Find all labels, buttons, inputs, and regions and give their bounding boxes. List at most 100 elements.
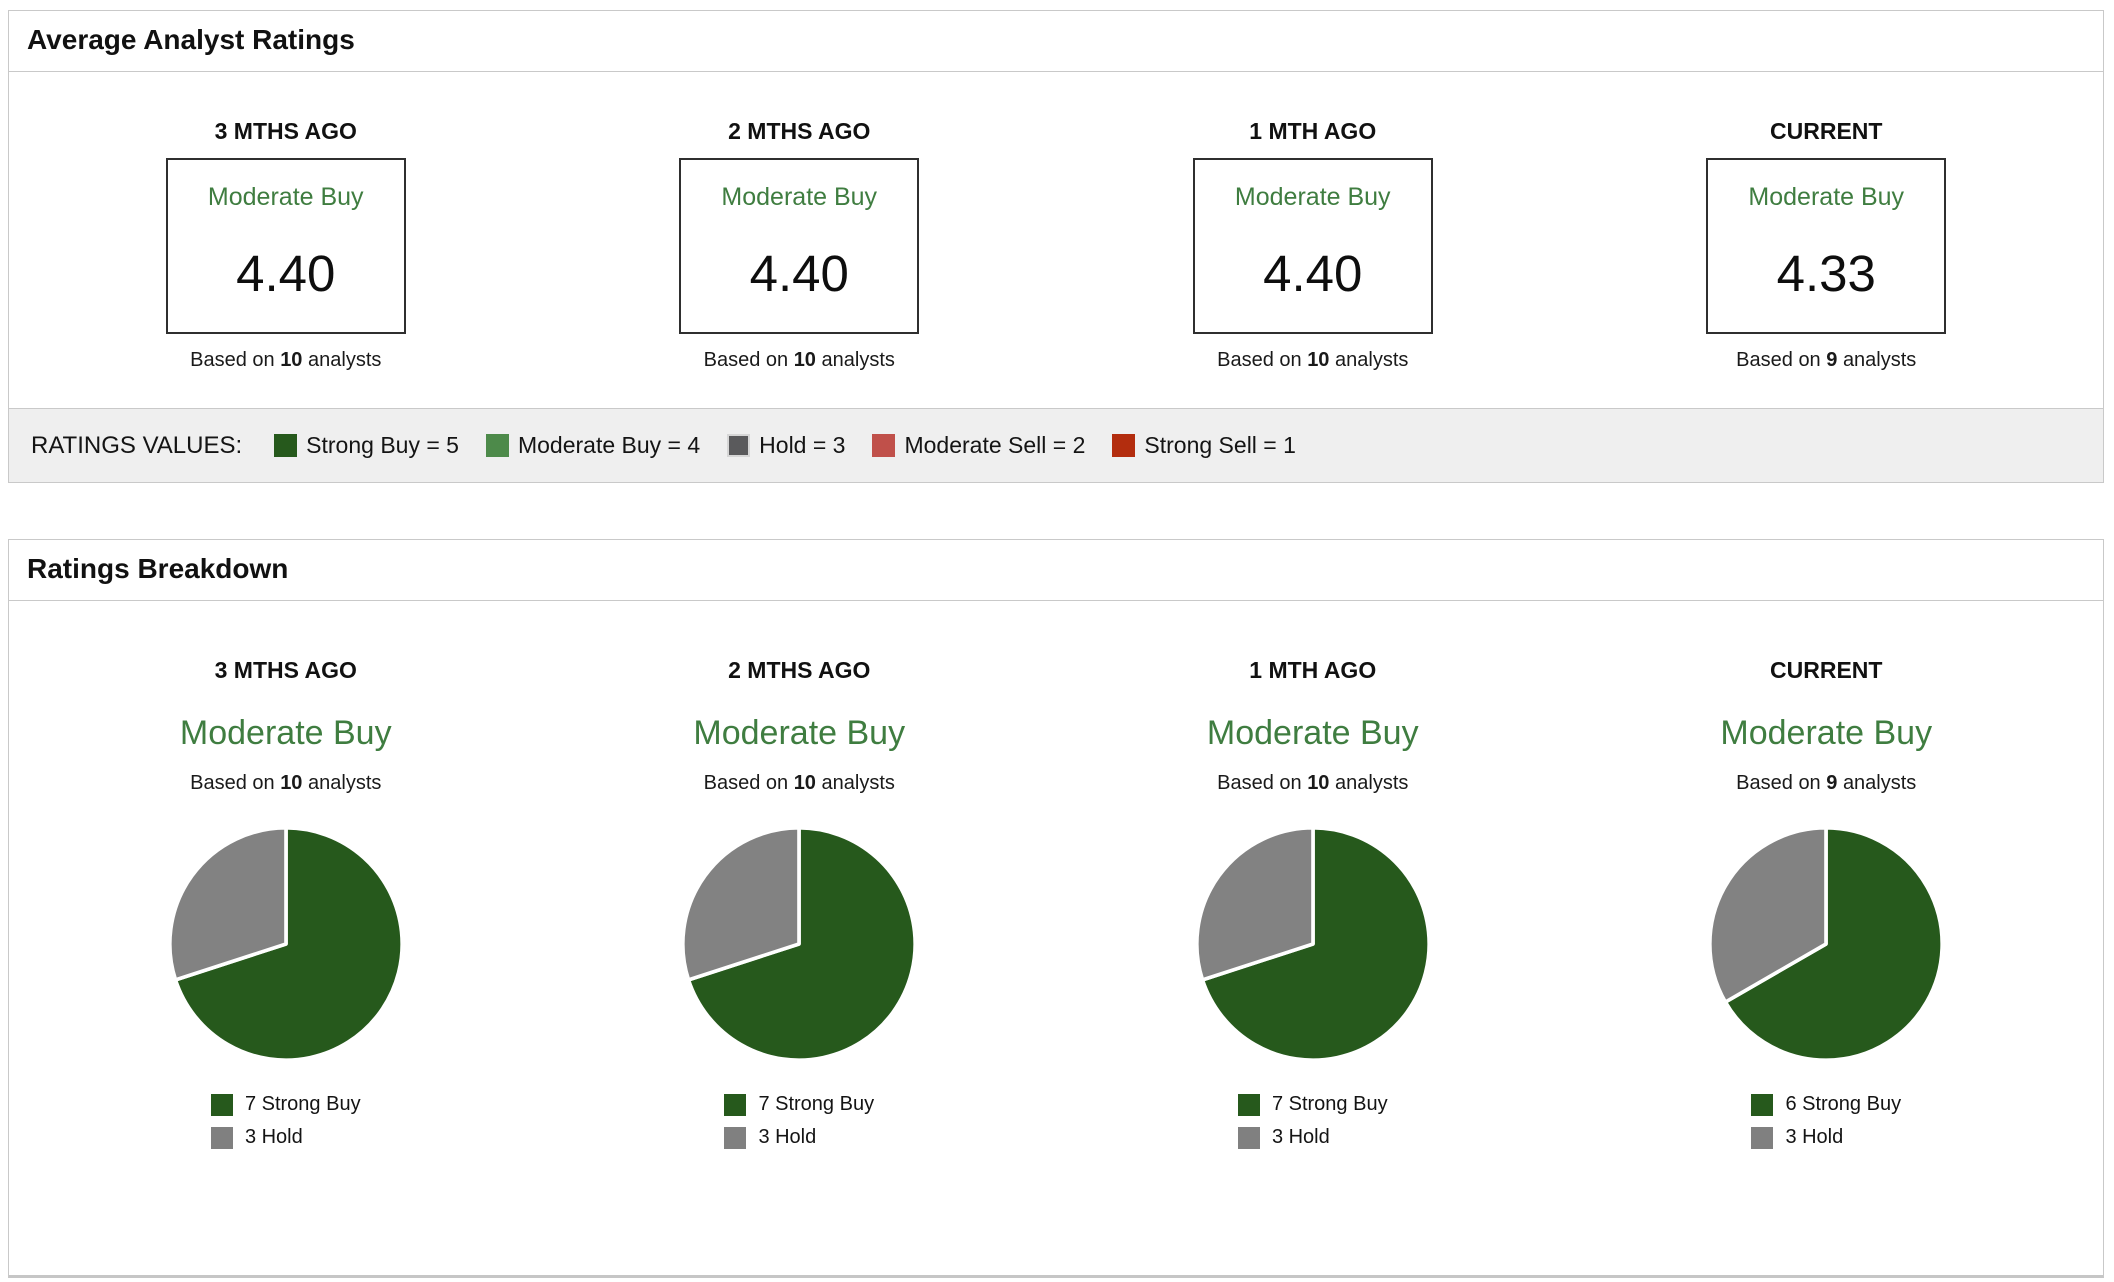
pie-legend: 7 Strong Buy 3 Hold [210, 1093, 361, 1159]
analyst-count-line: Based on 10 analysts [29, 772, 543, 795]
based-suffix: analysts [821, 772, 895, 794]
strong-buy-swatch [724, 1093, 747, 1116]
based-suffix: analysts [1335, 349, 1409, 371]
rating-score-box: Moderate Buy 4.40 [165, 158, 406, 334]
based-suffix: analysts [821, 349, 895, 371]
ratings-pie-chart [1192, 823, 1434, 1065]
legend-item-moderate-sell: Moderate Sell = 2 [872, 432, 1085, 459]
pie-legend-row: 7 Strong Buy [210, 1093, 361, 1116]
pie-legend-label: 6 Strong Buy [1785, 1093, 1902, 1115]
pie-legend-row: 3 Hold [724, 1126, 874, 1149]
pie-legend-label: 7 Strong Buy [1271, 1093, 1388, 1115]
pie-legend-row: 6 Strong Buy [1751, 1093, 1901, 1116]
rating-label: Moderate Buy [1748, 183, 1905, 211]
analyst-count: 10 [793, 772, 816, 794]
analyst-count: 10 [1307, 349, 1330, 371]
moderate-sell-swatch [872, 434, 896, 457]
hold-swatch [727, 434, 751, 457]
pie-legend-row: 3 Hold [1751, 1126, 1901, 1149]
legend-item-label: Strong Buy = 5 [306, 432, 459, 458]
hold-swatch [210, 1126, 233, 1149]
pie-legend-label: 7 Strong Buy [758, 1093, 875, 1115]
analyst-count: 10 [793, 349, 816, 371]
ratings-breakdown-title: Ratings Breakdown [9, 540, 2103, 601]
breakdown-column-2mths: 2 MTHS AGO Moderate Buy Based on 10 anal… [543, 657, 1057, 1159]
ratings-pie-chart [165, 823, 407, 1065]
analyst-count-line: Based on 10 analysts [543, 349, 1057, 372]
legend-item-label: Strong Sell = 1 [1144, 432, 1296, 458]
based-prefix: Based on [1736, 772, 1821, 794]
period-label: 1 MTH AGO [1249, 118, 1377, 144]
moderate-buy-swatch [485, 434, 509, 457]
rating-score-box: Moderate Buy 4.40 [679, 158, 920, 334]
strong-sell-swatch [1112, 434, 1136, 457]
ratings-pie-chart [1705, 823, 1947, 1065]
analyst-count: 10 [280, 349, 303, 371]
average-ratings-grid: 3 MTHS AGO Moderate Buy 4.40 Based on 10… [9, 72, 2103, 408]
page: Average Analyst Ratings 3 MTHS AGO Moder… [0, 0, 2114, 1278]
rating-label: Moderate Buy [1206, 714, 1419, 752]
pie-legend: 7 Strong Buy 3 Hold [1237, 1093, 1388, 1159]
analyst-count: 9 [1826, 772, 1838, 794]
legend-item-strong-buy: Strong Buy = 5 [274, 432, 459, 459]
avg-column-1mth: 1 MTH AGO Moderate Buy 4.40 Based on 10 … [1056, 118, 1570, 372]
strong-buy-swatch [1751, 1093, 1774, 1116]
based-suffix: analysts [1842, 772, 1917, 794]
ratings-values-label: RATINGS VALUES: [31, 431, 243, 459]
rating-label: Moderate Buy [721, 183, 878, 211]
based-prefix: Based on [1736, 349, 1821, 371]
rating-score: 4.40 [236, 245, 336, 302]
analyst-count-line: Based on 9 analysts [1570, 349, 2084, 372]
based-prefix: Based on [1217, 772, 1302, 794]
pie-legend-label: 3 Hold [758, 1126, 817, 1148]
based-prefix: Based on [703, 772, 789, 794]
rating-label: Moderate Buy [207, 183, 364, 211]
pie-legend-label: 3 Hold [244, 1126, 303, 1148]
based-prefix: Based on [190, 772, 275, 794]
pie-legend: 7 Strong Buy 3 Hold [724, 1093, 874, 1159]
based-prefix: Based on [1217, 349, 1302, 371]
based-suffix: analysts [308, 772, 382, 794]
pie-legend-row: 3 Hold [210, 1126, 361, 1149]
legend-item-label: Moderate Buy = 4 [517, 432, 701, 458]
breakdown-column-3mths: 3 MTHS AGO Moderate Buy Based on 10 anal… [29, 657, 543, 1159]
pie-legend-label: 7 Strong Buy [244, 1093, 361, 1115]
analyst-count: 10 [280, 772, 303, 794]
period-label: 2 MTHS AGO [728, 657, 871, 683]
rating-score: 4.40 [1263, 245, 1363, 302]
ratings-values-strip: RATINGS VALUES: Strong Buy = 5 Moderate … [9, 408, 2103, 482]
based-suffix: analysts [1335, 772, 1409, 794]
analyst-count-line: Based on 10 analysts [29, 349, 543, 372]
based-prefix: Based on [703, 349, 789, 371]
ratings-pie-chart [678, 823, 920, 1065]
rating-score-box: Moderate Buy 4.33 [1706, 158, 1947, 334]
analyst-count-line: Based on 10 analysts [543, 772, 1057, 795]
analyst-count-line: Based on 10 analysts [1056, 349, 1570, 372]
rating-score: 4.40 [749, 245, 849, 302]
legend-item-moderate-buy: Moderate Buy = 4 [485, 432, 701, 459]
avg-column-current: CURRENT Moderate Buy 4.33 Based on 9 ana… [1570, 118, 2084, 372]
pie-legend-label: 3 Hold [1785, 1126, 1844, 1148]
strong-buy-swatch [210, 1093, 233, 1116]
based-prefix: Based on [190, 349, 275, 371]
analyst-count: 10 [1307, 772, 1330, 794]
average-ratings-panel: Average Analyst Ratings 3 MTHS AGO Moder… [8, 10, 2104, 483]
period-label: CURRENT [1770, 657, 1883, 683]
breakdown-column-current: CURRENT Moderate Buy Based on 9 analysts… [1570, 657, 2084, 1159]
based-suffix: analysts [308, 349, 382, 371]
period-label: 2 MTHS AGO [728, 118, 871, 144]
pie-legend-row: 3 Hold [1237, 1126, 1388, 1149]
legend-item-label: Hold = 3 [759, 432, 846, 458]
period-label: CURRENT [1770, 118, 1883, 144]
rating-label: Moderate Buy [179, 714, 392, 752]
analyst-count-line: Based on 9 analysts [1570, 772, 2084, 795]
legend-item-hold: Hold = 3 [727, 432, 845, 459]
avg-column-2mths: 2 MTHS AGO Moderate Buy 4.40 Based on 10… [543, 118, 1057, 372]
rating-label: Moderate Buy [1234, 183, 1391, 211]
avg-column-3mths: 3 MTHS AGO Moderate Buy 4.40 Based on 10… [29, 118, 543, 372]
analyst-count: 9 [1826, 349, 1838, 371]
pie-legend-row: 7 Strong Buy [724, 1093, 874, 1116]
hold-swatch [1751, 1126, 1774, 1149]
rating-score: 4.33 [1776, 245, 1876, 302]
average-ratings-title: Average Analyst Ratings [9, 11, 2103, 72]
